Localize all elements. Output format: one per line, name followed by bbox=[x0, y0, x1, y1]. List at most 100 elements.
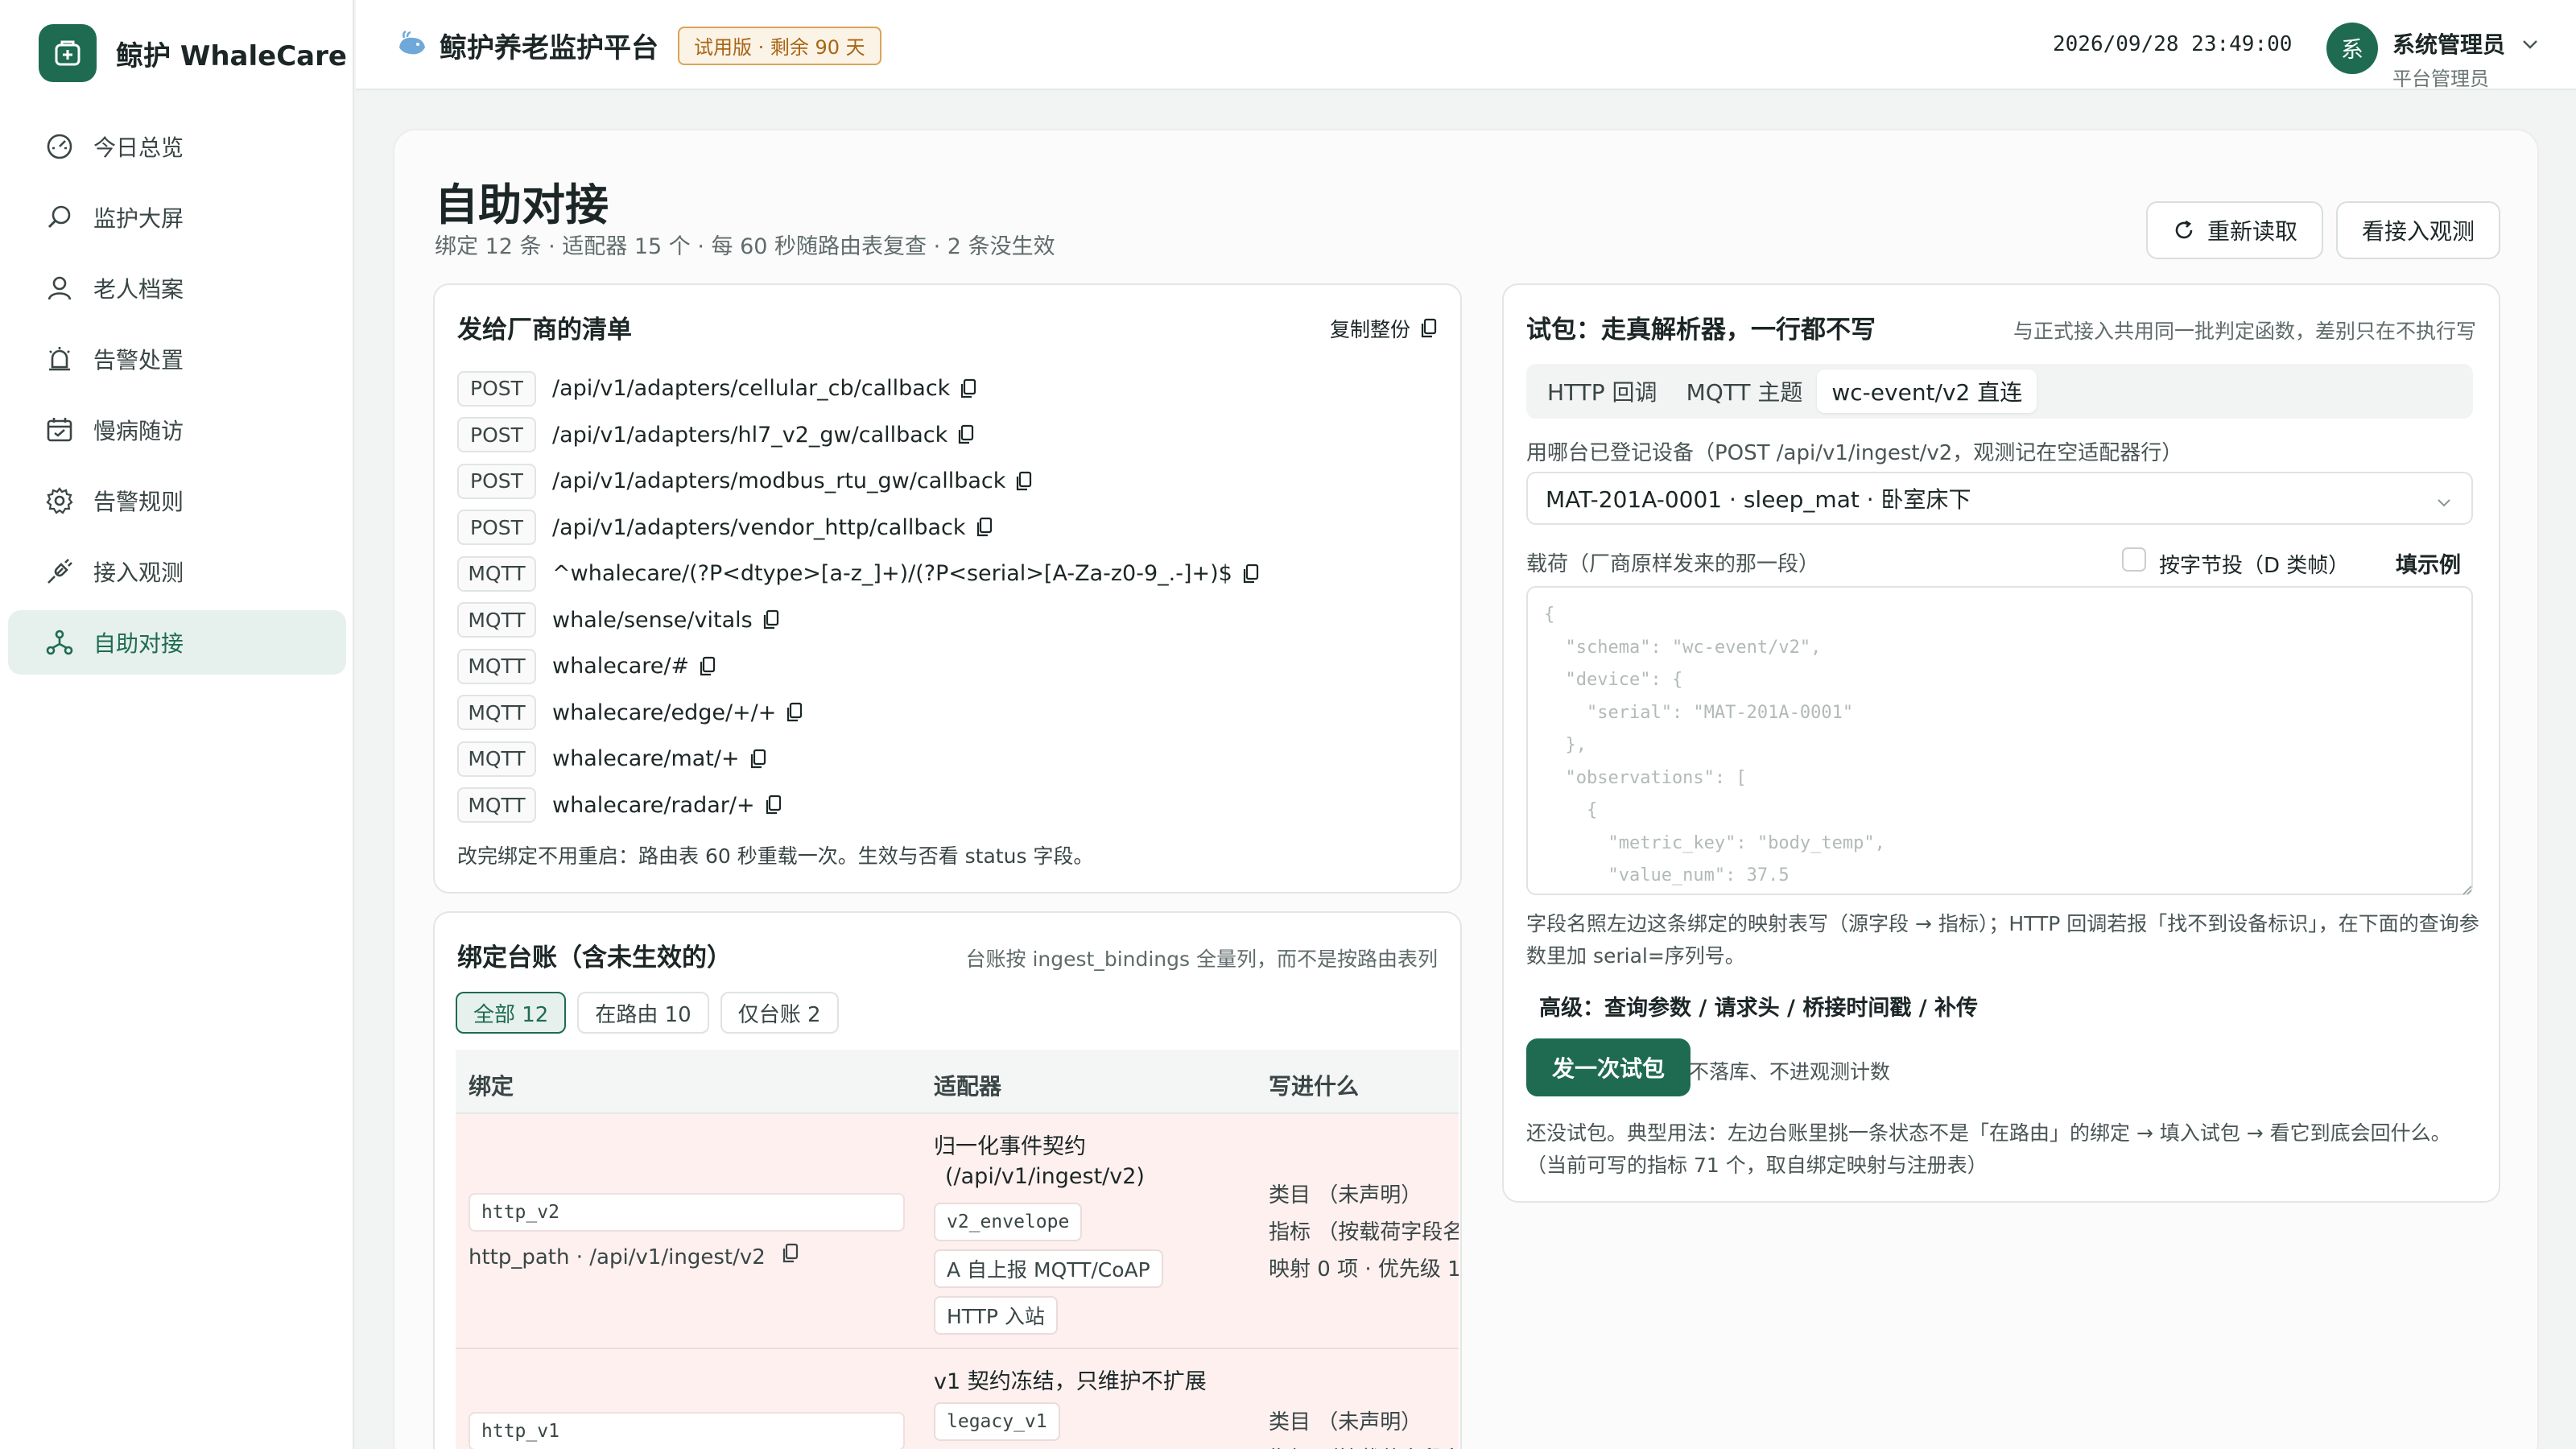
sidebar-item-alarms[interactable]: 告警处置 bbox=[8, 327, 346, 391]
sidebar-item-label: 慢病随访 bbox=[93, 418, 184, 444]
send-note: 不落库、不进观测计数 bbox=[1689, 1060, 1891, 1084]
list-item: MQTT whalecare/radar/+ bbox=[457, 782, 1260, 829]
writes-category: 类目 （未声明） bbox=[1269, 1410, 1422, 1435]
gear-icon bbox=[43, 485, 76, 517]
endpoint-path: whalecare/edge/+/+ bbox=[552, 700, 777, 725]
adapter-tag: HTTP 入站 bbox=[934, 1296, 1058, 1335]
app-title: 鲸护养老监护平台 试用版 · 剩余 90 天 bbox=[396, 26, 881, 65]
reload-button-label: 重新读取 bbox=[2207, 218, 2298, 245]
copy-icon[interactable] bbox=[762, 609, 780, 630]
list-item: MQTT whalecare/mat/+ bbox=[457, 736, 1260, 782]
endpoint-path: whalecare/mat/+ bbox=[552, 746, 740, 772]
binding-path-text: http_path · /api/v1/ingest/v2 bbox=[469, 1245, 766, 1269]
ledger-title: 绑定台账（含未生效的） bbox=[457, 943, 732, 972]
method-badge: MQTT bbox=[457, 602, 536, 638]
alarm-bell-icon bbox=[43, 343, 76, 375]
chevron-down-icon bbox=[2434, 491, 2454, 518]
sidebar-item-followup[interactable]: 慢病随访 bbox=[8, 398, 346, 462]
sidebar-item-rules[interactable]: 告警规则 bbox=[8, 469, 346, 533]
test-result: 还没试包。典型用法：左边台账里挑一条状态不是「在路由」的绑定 → 填入试包 → … bbox=[1526, 1121, 2451, 1177]
network-nodes-icon bbox=[43, 626, 76, 658]
method-badge: POST bbox=[457, 510, 536, 546]
tab-http-callback[interactable]: HTTP 回调 bbox=[1533, 369, 1672, 413]
sidebar-item-label: 老人档案 bbox=[93, 276, 184, 303]
ledger-note: 台账按 ingest_bindings 全量列，而不是按路由表列 bbox=[965, 947, 1438, 971]
device-label: 用哪台已登记设备（POST /api/v1/ingest/v2，观测记在空适配器… bbox=[1526, 441, 2183, 465]
list-item: MQTT whalecare/# bbox=[457, 643, 1260, 690]
manifest-list: POST /api/v1/adapters/cellular_cb/callba… bbox=[457, 365, 1260, 828]
tab-wc-event-direct[interactable]: wc-event/v2 直连 bbox=[1817, 369, 2037, 413]
monitor-search-icon bbox=[43, 201, 76, 233]
resize-handle-icon[interactable] bbox=[2462, 884, 2473, 899]
brand[interactable]: 鲸护 WhaleCare bbox=[39, 24, 347, 82]
adapter-tag: A 自上报 MQTT/CoAP bbox=[934, 1249, 1163, 1288]
copy-icon[interactable] bbox=[786, 702, 803, 723]
adapter-tag: v2_envelope bbox=[934, 1203, 1083, 1241]
sidebar-item-monitor[interactable]: 监护大屏 bbox=[8, 185, 346, 250]
copy-icon[interactable] bbox=[957, 424, 975, 445]
sidebar-item-observe[interactable]: 接入观测 bbox=[8, 539, 346, 604]
binding-path: http_path · /api/v1/ingest/v2 bbox=[469, 1243, 799, 1269]
page-title: 自助对接 bbox=[435, 180, 609, 230]
copy-icon[interactable] bbox=[765, 795, 782, 815]
calendar-check-icon bbox=[43, 414, 76, 446]
sidebar-item-self-integration[interactable]: 自助对接 bbox=[8, 610, 346, 675]
table-row[interactable]: http_v2 http_path · /api/v1/ingest/v2 归一… bbox=[456, 1114, 1459, 1349]
datetime-display: 2026/09/28 23:49:00 bbox=[2053, 32, 2293, 56]
test-title: 试包：走真解析器，一行都不写 bbox=[1526, 316, 1876, 345]
byte-mode-checkbox[interactable] bbox=[2122, 547, 2146, 572]
endpoint-path: /api/v1/adapters/vendor_http/callback bbox=[552, 514, 966, 540]
avatar[interactable]: 系 bbox=[2326, 23, 2378, 74]
send-test-button[interactable]: 发一次试包 bbox=[1526, 1038, 1691, 1096]
table-row[interactable]: http_v1 v1 契约冻结，只维护不扩展 legacy_v1 类目 （未声明… bbox=[456, 1349, 1459, 1449]
filter-all[interactable]: 全部 12 bbox=[456, 992, 567, 1034]
list-item: POST /api/v1/adapters/vendor_http/callba… bbox=[457, 505, 1260, 551]
writes-category: 类目 （未声明） bbox=[1269, 1183, 1422, 1208]
copy-icon[interactable] bbox=[782, 1243, 799, 1264]
device-select[interactable]: MAT-201A-0001 · sleep_mat · 卧室床下 bbox=[1526, 472, 2473, 525]
sidebar-item-overview[interactable]: 今日总览 bbox=[8, 114, 346, 179]
user-name[interactable]: 系统管理员 bbox=[2392, 27, 2505, 60]
filter-in-route[interactable]: 在路由 10 bbox=[577, 992, 709, 1034]
list-item: MQTT whale/sense/vitals bbox=[457, 597, 1260, 644]
user-role: 平台管理员 bbox=[2392, 68, 2489, 90]
endpoint-path: ^whalecare/(?P<dtype>[a-z_]+)/(?P<serial… bbox=[552, 561, 1232, 587]
copy-icon bbox=[1420, 318, 1438, 339]
advanced-toggle[interactable]: 高级：查询参数 / 请求头 / 桥接时间戳 / 补传 bbox=[1539, 990, 1978, 1022]
brand-logo-icon bbox=[39, 24, 97, 82]
observe-button[interactable]: 看接入观测 bbox=[2336, 201, 2501, 259]
test-mode-tabs: HTTP 回调 MQTT 主题 wc-event/v2 直连 bbox=[1526, 364, 2473, 419]
fill-example-button[interactable]: 填示例 bbox=[2396, 547, 2461, 579]
copy-all-button[interactable]: 复制整份 bbox=[1330, 314, 1438, 343]
copy-icon[interactable] bbox=[699, 656, 716, 677]
reload-button[interactable]: 重新读取 bbox=[2146, 201, 2324, 259]
copy-all-label: 复制整份 bbox=[1329, 318, 1410, 341]
filter-ledger-only[interactable]: 仅台账 2 bbox=[720, 992, 839, 1034]
binding-code: http_v2 bbox=[469, 1193, 905, 1232]
copy-icon[interactable] bbox=[976, 517, 993, 538]
chevron-down-icon[interactable] bbox=[2520, 34, 2541, 58]
list-item: MQTT ^whalecare/(?P<dtype>[a-z_]+)/(?P<s… bbox=[457, 551, 1260, 597]
copy-icon[interactable] bbox=[749, 749, 767, 770]
tab-mqtt-topic[interactable]: MQTT 主题 bbox=[1672, 369, 1818, 413]
adapter-title: 归一化事件契约 bbox=[934, 1134, 1086, 1159]
app-title-text: 鲸护养老监护平台 bbox=[440, 32, 658, 64]
sidebar-item-label: 监护大屏 bbox=[93, 205, 184, 232]
method-badge: POST bbox=[457, 370, 536, 407]
endpoint-path: /api/v1/adapters/cellular_cb/callback bbox=[552, 376, 951, 402]
endpoint-path: whale/sense/vitals bbox=[552, 607, 753, 633]
copy-icon[interactable] bbox=[1242, 564, 1260, 584]
ledger-table-header: 绑定 适配器 写进什么 bbox=[456, 1050, 1459, 1114]
copy-icon[interactable] bbox=[960, 378, 977, 399]
method-badge: MQTT bbox=[457, 695, 536, 731]
method-badge: POST bbox=[457, 463, 536, 499]
payload-textarea[interactable]: { "schema": "wc-event/v2", "device": { "… bbox=[1526, 586, 2473, 895]
copy-icon[interactable] bbox=[1015, 471, 1033, 492]
writes-metric: 指标 （按载荷字段名 bbox=[1269, 1220, 1459, 1245]
sidebar-item-label: 告警规则 bbox=[93, 489, 184, 515]
manifest-title: 发给厂商的清单 bbox=[457, 316, 632, 345]
list-item: MQTT whalecare/edge/+/+ bbox=[457, 690, 1260, 737]
method-badge: MQTT bbox=[457, 787, 536, 824]
sidebar-item-elders[interactable]: 老人档案 bbox=[8, 256, 346, 320]
method-badge: MQTT bbox=[457, 648, 536, 684]
